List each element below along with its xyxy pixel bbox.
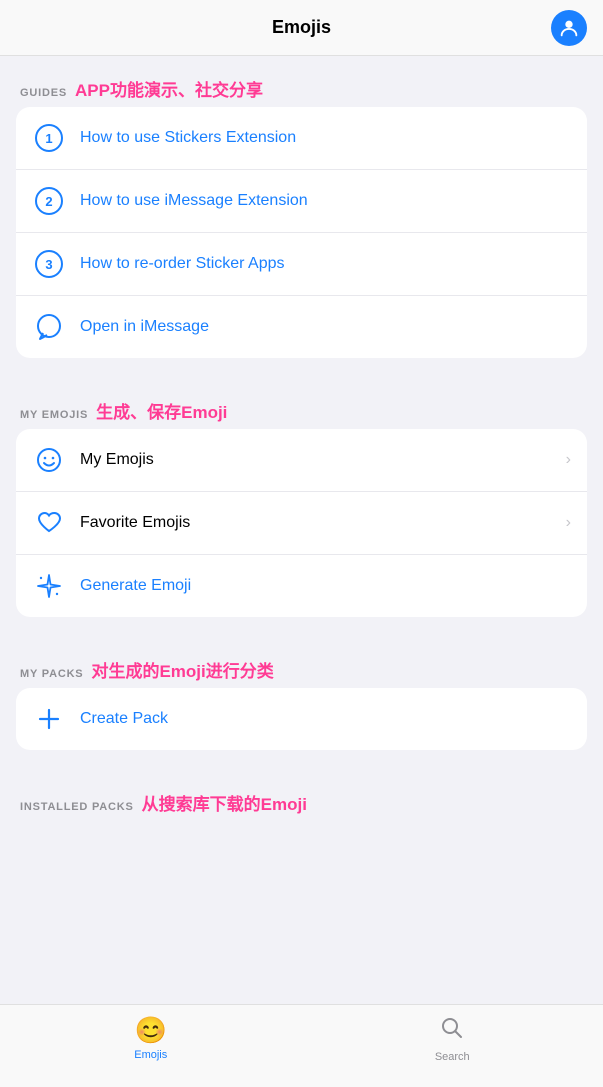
emojis-tab-icon: 😊 — [135, 1015, 167, 1046]
tab-search[interactable]: Search — [302, 1015, 603, 1063]
favorite-emojis-chevron: › — [566, 514, 571, 532]
guide-item-imessage[interactable]: Open in iMessage — [16, 296, 587, 358]
guide-item-1[interactable]: 1 How to use Stickers Extension — [16, 107, 587, 170]
guides-annotation: APP功能演示、社交分享 — [75, 76, 263, 101]
nav-bar: Emojis — [0, 0, 603, 56]
imessage-icon — [32, 310, 66, 344]
guide-item-3[interactable]: 3 How to re-order Sticker Apps — [16, 233, 587, 296]
create-pack-text: Create Pack — [80, 710, 571, 728]
my-emojis-item[interactable]: My Emojis › — [16, 429, 587, 492]
guide-2-icon: 2 — [32, 184, 66, 218]
create-pack-item[interactable]: Create Pack — [16, 688, 587, 750]
profile-avatar[interactable] — [551, 10, 587, 46]
my-emojis-annotation: 生成、保存Emoji — [96, 398, 227, 423]
my-packs-label: MY PACKS — [20, 668, 83, 680]
my-emojis-section-header: MY EMOJIS 生成、保存Emoji — [0, 378, 603, 429]
my-emojis-text: My Emojis — [80, 451, 558, 469]
installed-packs-section-header: INSTALLED PACKS 从搜索库下载的Emoji — [0, 770, 603, 821]
guide-1-icon: 1 — [32, 121, 66, 155]
guide-3-icon: 3 — [32, 247, 66, 281]
tab-bar: 😊 Emojis Search — [0, 1004, 603, 1087]
tab-emojis[interactable]: 😊 Emojis — [0, 1015, 302, 1061]
my-emojis-chevron: › — [566, 451, 571, 469]
my-packs-annotation: 对生成的Emoji进行分类 — [91, 657, 273, 682]
favorite-emojis-text: Favorite Emojis — [80, 514, 558, 532]
guides-label: GUIDES — [20, 87, 67, 99]
my-emojis-label: MY EMOJIS — [20, 409, 88, 421]
guide-3-text: How to re-order Sticker Apps — [80, 255, 571, 273]
search-tab-label: Search — [435, 1051, 470, 1063]
my-emojis-card: My Emojis › Favorite Emojis › Generate E… — [16, 429, 587, 617]
guides-card: 1 How to use Stickers Extension 2 How to… — [16, 107, 587, 358]
installed-packs-annotation: 从搜索库下载的Emoji — [142, 790, 307, 815]
plus-icon — [32, 702, 66, 736]
installed-packs-label: INSTALLED PACKS — [20, 801, 134, 813]
generate-emoji-text: Generate Emoji — [80, 577, 571, 595]
favorite-emojis-item[interactable]: Favorite Emojis › — [16, 492, 587, 555]
my-packs-section-header: MY PACKS 对生成的Emoji进行分类 — [0, 637, 603, 688]
emojis-tab-label: Emojis — [134, 1049, 167, 1061]
my-packs-card: Create Pack — [16, 688, 587, 750]
search-tab-icon — [439, 1015, 465, 1048]
heart-icon — [32, 506, 66, 540]
nav-title: Emojis — [272, 17, 331, 38]
guide-2-text: How to use iMessage Extension — [80, 192, 571, 210]
guide-item-2[interactable]: 2 How to use iMessage Extension — [16, 170, 587, 233]
smile-icon — [32, 443, 66, 477]
guide-4-text: Open in iMessage — [80, 318, 571, 336]
guides-section-header: GUIDES APP功能演示、社交分享 — [0, 56, 603, 107]
guide-1-text: How to use Stickers Extension — [80, 129, 571, 147]
sparkle-icon — [32, 569, 66, 603]
generate-emoji-item[interactable]: Generate Emoji — [16, 555, 587, 617]
